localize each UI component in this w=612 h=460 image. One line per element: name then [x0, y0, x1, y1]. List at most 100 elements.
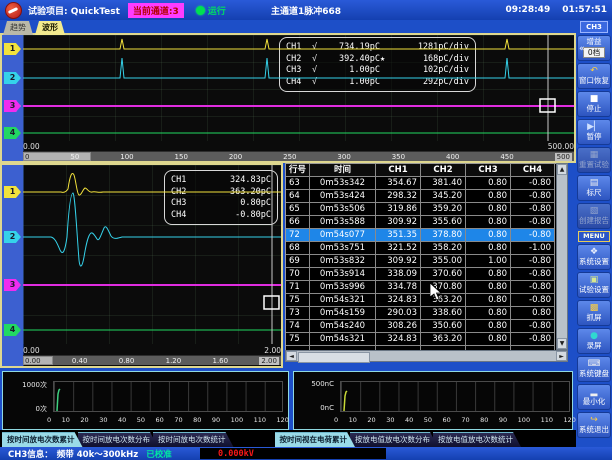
- scrollbar-tick: 1.60: [213, 357, 229, 365]
- count-accumulate-chart: 1000次 0次 0102030405060708090100110120: [2, 371, 289, 430]
- pulse-waveform-scrollbar[interactable]: 0.000.400.801.201.602.00: [23, 355, 281, 365]
- pulse-waveform-area[interactable]: CH1324.83pCCH2363.20pCCH30.80pCCH4-0.80p…: [23, 165, 281, 344]
- table-row[interactable]: 750m54s321324.83363.200.80-0.80: [286, 294, 556, 307]
- scrollbar-tick: 100: [120, 153, 133, 161]
- screen-capture-button[interactable]: ▩抓屏: [577, 300, 611, 326]
- x-tick-label: 120: [277, 416, 289, 424]
- pulse-waveform-panel: 1 2 3 4 CH1324.83pCCH2363.20pCCH30.80pCCH4-…: [0, 163, 283, 368]
- system-settings-label: 系统设置: [579, 258, 609, 266]
- table-row[interactable]: 690m53s832309.92355.001.00-0.80: [286, 255, 556, 268]
- window-restore-button[interactable]: ↶窗口恢复: [577, 63, 611, 89]
- x-tick-label: 10: [62, 416, 70, 424]
- gain-button[interactable]: « 增益 0档: [577, 35, 611, 61]
- top-axis-labels: 0.00 500.00: [23, 142, 574, 151]
- top-panel-tabs: 趋势波形: [3, 21, 65, 35]
- test-settings-button[interactable]: ▣试验设置: [577, 272, 611, 298]
- screen-record-label: 录屏: [587, 342, 602, 350]
- voltage-display-box: 0.000kV: [200, 448, 386, 459]
- x-tick-label: 60: [443, 416, 451, 424]
- ruler-icon: ▤: [590, 179, 599, 188]
- tab-trend[interactable]: 趋势: [3, 21, 33, 35]
- bottom-tab[interactable]: 按时间放电次数累计: [2, 432, 83, 447]
- stop-button[interactable]: ■停止: [577, 91, 611, 117]
- top-waveform-scrollbar[interactable]: 050100150200250300350400450500: [23, 151, 574, 161]
- x-tick-label: 100: [231, 416, 243, 424]
- system-exit-icon: ↪: [590, 416, 598, 425]
- channel-tag-4[interactable]: 4: [4, 324, 21, 336]
- tab-waveform[interactable]: 波形: [35, 21, 65, 35]
- scrollbar-tick: 0: [25, 153, 29, 161]
- x-tick-label: 110: [541, 416, 553, 424]
- stop-icon: ■: [590, 95, 599, 104]
- x-tick-label: 60: [156, 416, 164, 424]
- x-tick-label: 80: [193, 416, 201, 424]
- calibrated-badge: 已校准: [146, 448, 172, 460]
- ch1-trace: [23, 39, 574, 49]
- channel-tag-1[interactable]: 1: [4, 186, 21, 198]
- system-settings-button[interactable]: ❖系统设置: [577, 244, 611, 270]
- x-tick-label: 30: [386, 416, 394, 424]
- bottom-tab[interactable]: 按时间放电次数统计: [153, 432, 234, 447]
- left-chart-ymax-label: 1000次: [7, 380, 47, 390]
- screen-capture-label: 抓屏: [587, 314, 602, 322]
- app-window: 试验项目: QuickTest 当前通道:3 运行 主通道1脉冲668 09:2…: [0, 0, 612, 460]
- table-row[interactable]: 750m54s321324.83363.200.80-0.80: [286, 333, 556, 346]
- channel-tag-3[interactable]: 3: [4, 100, 21, 112]
- run-status-label: 运行: [208, 4, 226, 17]
- table-horizontal-scrollbar[interactable]: ◄ ►: [285, 350, 568, 362]
- scrollbar-tick: 400: [446, 153, 459, 161]
- table-vertical-scrollbar[interactable]: ▲ ▼: [556, 163, 568, 350]
- bottom-tab[interactable]: 按时间视在电荷累计: [275, 432, 356, 447]
- table-row[interactable]: 660m53s588309.92355.600.80-0.80: [286, 216, 556, 229]
- project-label: 试验项目: QuickTest: [28, 4, 120, 17]
- test-settings-label: 试验设置: [579, 286, 609, 294]
- channel-info-label: CH3信息：: [8, 448, 53, 460]
- ruler-button[interactable]: ▤标尺: [577, 175, 611, 201]
- discharge-data-table: 行号时间CH1CH2CH3CH4630m53s342354.67381.400.…: [285, 163, 556, 350]
- x-tick-label: 120: [564, 416, 576, 424]
- table-row[interactable]: 630m53s342354.67381.400.80-0.80: [286, 177, 556, 190]
- scroll-right-icon[interactable]: ►: [556, 351, 567, 361]
- table-row[interactable]: 650m53s506319.86359.200.80-0.80: [286, 203, 556, 216]
- left-chart-x-ticks: 0102030405060708090100110120: [47, 416, 289, 424]
- x-tick-label: 80: [480, 416, 488, 424]
- scroll-left-icon[interactable]: ◄: [286, 351, 297, 361]
- gain-value[interactable]: 0档: [583, 47, 605, 58]
- bottom-tab[interactable]: 按放电值放电次数分布: [350, 432, 438, 447]
- table-row[interactable]: 720m54s077351.35378.800.80-0.80: [286, 229, 556, 242]
- top-scrollbar-thumb[interactable]: [23, 152, 91, 161]
- top-waveform-area[interactable]: CH1√734.19pC1281pC/divCH2√392.40pC★168pC…: [23, 35, 574, 141]
- channel-tag-1[interactable]: 1: [4, 43, 21, 55]
- pause-button[interactable]: ▶▏暂停: [577, 119, 611, 145]
- channel-tag-3[interactable]: 3: [4, 279, 21, 291]
- x-tick-label: 0: [334, 416, 338, 424]
- table-row[interactable]: 730m54s159290.03338.600.800.80: [286, 307, 556, 320]
- table-header-row: 行号时间CH1CH2CH3CH4: [286, 164, 556, 177]
- minimize-button[interactable]: ▂最小化: [577, 384, 611, 410]
- bottom-tab[interactable]: 按时间放电次数分布: [78, 432, 159, 447]
- channel-tag-4[interactable]: 4: [4, 127, 21, 139]
- scrollbar-tick: 50: [70, 153, 79, 161]
- table-row[interactable]: 680m53s751321.52358.200.80-1.00: [286, 242, 556, 255]
- scroll-down-icon[interactable]: ▼: [557, 338, 567, 349]
- x-tick-label: 90: [212, 416, 220, 424]
- table-row[interactable]: 640m53s424298.32345.200.80-0.80: [286, 190, 556, 203]
- screen-record-button[interactable]: ●录屏: [577, 328, 611, 354]
- channel-tag-2[interactable]: 2: [4, 72, 21, 84]
- app-logo-icon: [5, 2, 22, 19]
- bottom-tab[interactable]: 按放电值放电次数统计: [433, 432, 521, 447]
- hscroll-thumb[interactable]: [298, 352, 370, 363]
- scrollbar-tick: 250: [283, 153, 296, 161]
- channel-tag-2[interactable]: 2: [4, 231, 21, 243]
- voltage-value: 0.000kV: [218, 449, 254, 459]
- system-keyboard-button[interactable]: ⌨系统键盘: [577, 356, 611, 382]
- system-exit-button[interactable]: ↪系统退出: [577, 412, 611, 438]
- sidebar-channel-tab[interactable]: CH3: [580, 21, 608, 33]
- table-row[interactable]: 740m54s240308.26350.600.80-0.80: [286, 320, 556, 333]
- collapse-icon[interactable]: «: [579, 45, 585, 53]
- table-row[interactable]: 700m53s914338.09370.600.80-0.80: [286, 268, 556, 281]
- right-chart-ymin-label: 0nC: [294, 404, 334, 412]
- scroll-up-icon[interactable]: ▲: [557, 164, 567, 175]
- reset-test-label: 重置试验: [579, 161, 609, 169]
- table-row[interactable]: 710m53s996334.78370.800.80-0.80: [286, 281, 556, 294]
